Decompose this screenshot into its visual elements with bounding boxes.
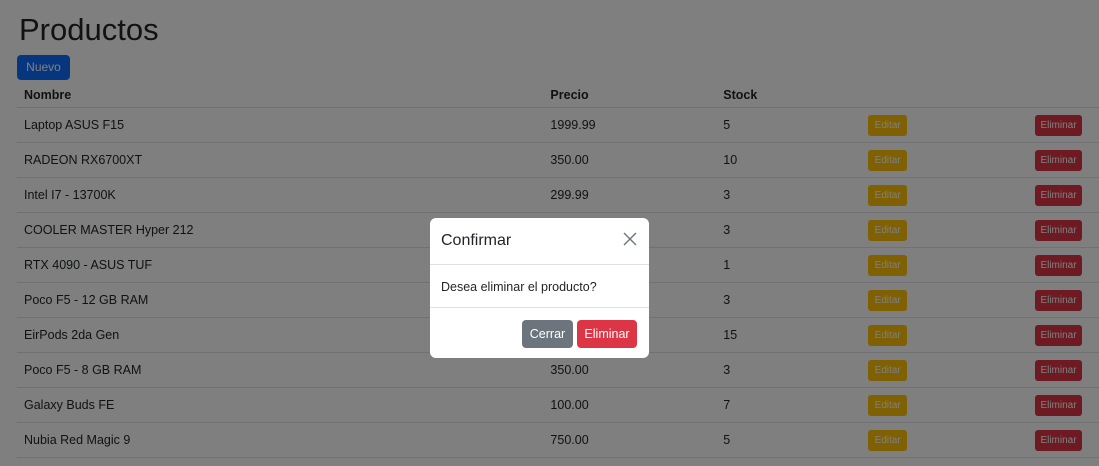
confirm-delete-button[interactable]: Eliminar (577, 320, 637, 348)
confirm-modal: Confirmar Desea eliminar el producto? Ce… (430, 218, 649, 358)
modal-title: Confirmar (441, 232, 512, 249)
close-icon[interactable] (621, 230, 639, 248)
modal-message: Desea eliminar el producto? (441, 280, 597, 294)
modal-header: Confirmar (430, 218, 649, 265)
modal-footer: Cerrar Eliminar (430, 308, 649, 358)
modal-body: Desea eliminar el producto? (430, 265, 649, 308)
cancel-button[interactable]: Cerrar (522, 320, 573, 348)
